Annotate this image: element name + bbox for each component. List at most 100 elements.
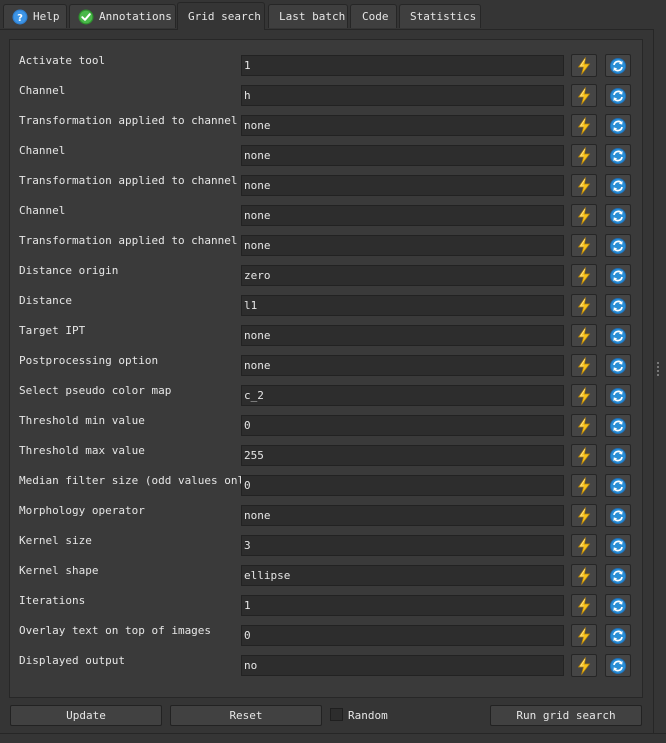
reset-value-button[interactable] bbox=[605, 534, 631, 557]
param-value-field[interactable]: none bbox=[241, 505, 564, 526]
reset-value-button[interactable] bbox=[605, 264, 631, 287]
param-label: Postprocessing option bbox=[19, 354, 159, 367]
param-row: Threshold min value 0 bbox=[10, 406, 642, 437]
param-label: Target IPT bbox=[19, 324, 86, 337]
param-value-field[interactable]: none bbox=[241, 145, 564, 166]
param-label: Transformation applied to channel 1 bbox=[19, 114, 251, 127]
reset-value-button[interactable] bbox=[605, 444, 631, 467]
tab-label: Annotations bbox=[99, 10, 172, 23]
param-value-field[interactable]: no bbox=[241, 655, 564, 676]
param-value-field[interactable]: 3 bbox=[241, 535, 564, 556]
tab-annotations[interactable]: Annotations bbox=[69, 4, 176, 28]
apply-button[interactable] bbox=[571, 294, 597, 317]
reset-value-button[interactable] bbox=[605, 84, 631, 107]
param-value-field[interactable]: 1 bbox=[241, 55, 564, 76]
param-value-field[interactable]: l1 bbox=[241, 295, 564, 316]
apply-button[interactable] bbox=[571, 444, 597, 467]
param-label: Transformation applied to channel 2 bbox=[19, 174, 251, 187]
update-button-label: Update bbox=[66, 709, 106, 722]
apply-button[interactable] bbox=[571, 654, 597, 677]
reset-button[interactable]: Reset bbox=[170, 705, 322, 726]
param-value-field[interactable]: ellipse bbox=[241, 565, 564, 586]
reset-value-button[interactable] bbox=[605, 204, 631, 227]
apply-button[interactable] bbox=[571, 504, 597, 527]
tab-help[interactable]: ? Help bbox=[3, 4, 67, 28]
reset-value-button[interactable] bbox=[605, 474, 631, 497]
reset-value-button[interactable] bbox=[605, 54, 631, 77]
param-row: Transformation applied to channel 1 none bbox=[10, 106, 642, 137]
lightning-icon bbox=[577, 446, 591, 465]
reset-value-button[interactable] bbox=[605, 624, 631, 647]
lightning-icon bbox=[577, 236, 591, 255]
apply-button[interactable] bbox=[571, 474, 597, 497]
param-label: Channel bbox=[19, 204, 66, 217]
param-label: Threshold max value bbox=[19, 444, 145, 457]
apply-button[interactable] bbox=[571, 54, 597, 77]
reset-value-button[interactable] bbox=[605, 654, 631, 677]
param-value-field[interactable]: 0 bbox=[241, 415, 564, 436]
reset-value-button[interactable] bbox=[605, 174, 631, 197]
param-value-field[interactable]: c_2 bbox=[241, 385, 564, 406]
reset-value-button[interactable] bbox=[605, 414, 631, 437]
reset-value-button[interactable] bbox=[605, 294, 631, 317]
param-row: Kernel shape ellipse bbox=[10, 556, 642, 587]
refresh-icon bbox=[609, 117, 627, 135]
apply-button[interactable] bbox=[571, 204, 597, 227]
param-value-field[interactable]: 1 bbox=[241, 595, 564, 616]
reset-value-button[interactable] bbox=[605, 504, 631, 527]
param-value-field[interactable]: none bbox=[241, 235, 564, 256]
tab-statistics[interactable]: Statistics bbox=[399, 4, 481, 28]
param-label: Overlay text on top of images bbox=[19, 624, 212, 637]
apply-button[interactable] bbox=[571, 594, 597, 617]
apply-button[interactable] bbox=[571, 234, 597, 257]
param-value-field[interactable]: none bbox=[241, 115, 564, 136]
param-value-field[interactable]: 0 bbox=[241, 625, 564, 646]
lightning-icon bbox=[577, 386, 591, 405]
lightning-icon bbox=[577, 506, 591, 525]
reset-value-button[interactable] bbox=[605, 564, 631, 587]
param-label: Displayed output bbox=[19, 654, 125, 667]
apply-button[interactable] bbox=[571, 324, 597, 347]
run-grid-search-button[interactable]: Run grid search bbox=[490, 705, 642, 726]
apply-button[interactable] bbox=[571, 624, 597, 647]
svg-text:?: ? bbox=[17, 13, 23, 24]
apply-button[interactable] bbox=[571, 534, 597, 557]
reset-value-button[interactable] bbox=[605, 594, 631, 617]
apply-button[interactable] bbox=[571, 354, 597, 377]
param-label: Kernel size bbox=[19, 534, 92, 547]
update-button[interactable]: Update bbox=[10, 705, 162, 726]
apply-button[interactable] bbox=[571, 264, 597, 287]
param-value-field[interactable]: 255 bbox=[241, 445, 564, 466]
param-value-field[interactable]: none bbox=[241, 325, 564, 346]
param-value-field[interactable]: none bbox=[241, 175, 564, 196]
apply-button[interactable] bbox=[571, 84, 597, 107]
reset-value-button[interactable] bbox=[605, 144, 631, 167]
reset-value-button[interactable] bbox=[605, 324, 631, 347]
param-label: Kernel shape bbox=[19, 564, 99, 577]
apply-button[interactable] bbox=[571, 384, 597, 407]
reset-value-button[interactable] bbox=[605, 354, 631, 377]
param-value-field[interactable]: 0 bbox=[241, 475, 564, 496]
param-value-field[interactable]: h bbox=[241, 85, 564, 106]
apply-button[interactable] bbox=[571, 114, 597, 137]
apply-button[interactable] bbox=[571, 144, 597, 167]
param-value-field[interactable]: zero bbox=[241, 265, 564, 286]
reset-value-button[interactable] bbox=[605, 384, 631, 407]
apply-button[interactable] bbox=[571, 174, 597, 197]
tab-last-batch[interactable]: Last batch bbox=[268, 4, 348, 28]
tab-code[interactable]: Code bbox=[350, 4, 397, 28]
reset-value-button[interactable] bbox=[605, 234, 631, 257]
apply-button[interactable] bbox=[571, 414, 597, 437]
lightning-icon bbox=[577, 56, 591, 75]
param-value-field[interactable]: none bbox=[241, 205, 564, 226]
param-value-field[interactable]: none bbox=[241, 355, 564, 376]
param-label: Distance bbox=[19, 294, 72, 307]
reset-value-button[interactable] bbox=[605, 114, 631, 137]
splitter-handle[interactable] bbox=[657, 362, 660, 378]
tab-grid-search[interactable]: Grid search bbox=[177, 2, 265, 30]
apply-button[interactable] bbox=[571, 564, 597, 587]
param-row: Activate tool 1 bbox=[10, 46, 642, 77]
lightning-icon bbox=[577, 266, 591, 285]
param-label: Activate tool bbox=[19, 54, 106, 67]
random-checkbox[interactable] bbox=[330, 708, 343, 721]
